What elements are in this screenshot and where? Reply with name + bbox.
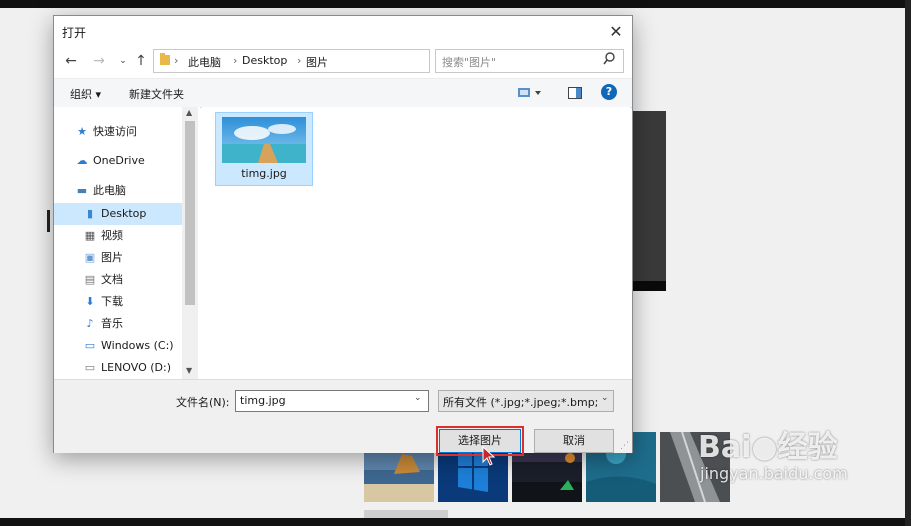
chevron-down-icon[interactable]: ⌄ — [414, 393, 422, 403]
help-icon[interactable]: ? — [601, 84, 617, 100]
folder-icon — [159, 52, 171, 69]
breadcrumb-item[interactable]: Desktop — [242, 54, 287, 67]
file-name: timg.jpg — [241, 167, 287, 180]
filename-value: timg.jpg — [240, 394, 286, 407]
nav-item-label: OneDrive — [93, 154, 145, 167]
open-button[interactable]: 选择图片 — [436, 426, 524, 456]
toolbar: 组织 ▾ 新建文件夹 ? — [54, 78, 632, 108]
nav-item-label: 文档 — [101, 273, 123, 286]
watermark-url: jingyan.baidu.com — [700, 464, 848, 483]
pictures-folder-icon: ▣ — [84, 251, 96, 264]
nav-item-label: 视频 — [101, 229, 123, 242]
mouse-cursor-icon — [482, 445, 496, 469]
close-icon[interactable]: ✕ — [606, 22, 626, 42]
paw-logo-icon: ● — [751, 430, 778, 465]
open-file-dialog: 打开 ✕ ← → ⌄ ↑ › 此电脑 › Desktop › 图片 ⌄ ↻ 搜索… — [53, 15, 633, 466]
image-thumbnail — [222, 117, 306, 163]
up-arrow-icon[interactable]: ↑ — [132, 52, 150, 70]
breadcrumb-separator-icon: › — [297, 54, 302, 67]
back-arrow-icon[interactable]: ← — [62, 52, 80, 70]
filename-label: 文件名(N): — [176, 396, 230, 409]
background-scrollbar[interactable] — [364, 510, 448, 518]
scroll-down-icon[interactable]: ▼ — [186, 366, 192, 375]
resize-grip-icon[interactable]: ⋰ — [620, 441, 629, 451]
star-icon: ★ — [77, 125, 87, 138]
nav-scrollbar-thumb[interactable] — [185, 121, 195, 305]
search-placeholder: 搜索"图片" — [442, 56, 497, 69]
file-item[interactable]: timg.jpg — [215, 112, 313, 186]
nav-item-label: 下载 — [101, 295, 123, 308]
navigation-pane: ★ 快速访问 ☁ OneDrive ▬ 此电脑 ▮ Desktop ▦ 视频 ▣… — [54, 107, 200, 379]
address-bar[interactable]: › 此电脑 › Desktop › 图片 ⌄ ↻ — [153, 49, 523, 73]
dialog-title: 打开 — [62, 26, 87, 40]
nav-item-label: 音乐 — [101, 317, 123, 330]
preview-pane-icon[interactable] — [568, 87, 582, 102]
file-list-pane: timg.jpg — [202, 107, 630, 379]
forward-arrow-icon[interactable]: → — [90, 52, 108, 70]
nav-item-label: Windows (C:) — [101, 339, 174, 352]
nav-item-label: 此电脑 — [93, 184, 126, 197]
breadcrumb-item[interactable]: 此电脑 — [188, 54, 221, 70]
documents-folder-icon: ▤ — [84, 273, 96, 286]
chevron-down-icon[interactable]: ⌄ — [114, 52, 132, 70]
nav-item-label: Desktop — [101, 207, 147, 220]
filetype-select[interactable]: 所有文件 (*.jpg;*.jpeg;*.bmp; ⌄ — [438, 390, 614, 412]
background-right-edge — [905, 0, 911, 526]
nav-item-label: 快速访问 — [93, 125, 137, 138]
watermark: Bai●经验 jingyan.baidu.com — [698, 430, 848, 484]
search-icon — [603, 52, 616, 68]
scroll-up-icon[interactable]: ▲ — [186, 108, 192, 117]
cancel-button[interactable]: 取消 — [534, 429, 614, 453]
desktop-folder-icon: ▮ — [86, 207, 94, 220]
video-folder-icon: ▦ — [84, 229, 96, 242]
background-left-marker — [47, 210, 50, 232]
background-bottom-bar — [0, 518, 911, 526]
nav-item-label: 图片 — [101, 251, 123, 264]
background-top-bar — [0, 0, 911, 8]
view-options-icon[interactable] — [518, 87, 542, 102]
dialog-footer: 文件名(N): timg.jpg ⌄ 所有文件 (*.jpg;*.jpeg;*.… — [54, 379, 632, 466]
music-icon: ♪ — [86, 317, 94, 330]
breadcrumb-separator-icon: › — [174, 54, 179, 67]
cloud-icon: ☁ — [76, 154, 88, 167]
computer-icon: ▬ — [76, 184, 88, 197]
filename-input[interactable]: timg.jpg ⌄ — [235, 390, 429, 412]
background-dark-panel — [630, 111, 666, 291]
breadcrumb-separator-icon: › — [233, 54, 238, 67]
nav-item-label: LENOVO (D:) — [101, 361, 172, 374]
new-folder-button[interactable]: 新建文件夹 — [129, 86, 184, 102]
drive-icon: ▭ — [84, 361, 96, 374]
breadcrumb-item[interactable]: 图片 — [306, 54, 328, 70]
watermark-brand-suffix: 经验 — [777, 430, 838, 465]
organize-menu[interactable]: 组织 ▾ — [70, 86, 101, 102]
watermark-brand: Bai — [698, 430, 752, 465]
windows-drive-icon: ▭ — [84, 339, 96, 352]
filetype-value: 所有文件 (*.jpg;*.jpeg;*.bmp; — [443, 396, 599, 409]
search-input[interactable]: 搜索"图片" — [435, 49, 624, 73]
download-icon: ⬇ — [85, 295, 95, 308]
chevron-down-icon[interactable]: ⌄ — [599, 393, 609, 403]
